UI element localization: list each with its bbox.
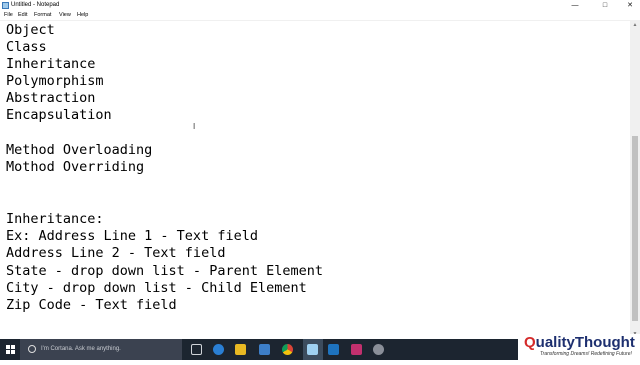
windows-logo-icon bbox=[6, 345, 15, 354]
editor-line: Ex: Address Line 1 - Text field bbox=[6, 228, 258, 244]
editor-line: Inheritance bbox=[6, 56, 96, 72]
file-explorer-icon[interactable] bbox=[235, 344, 246, 355]
notepad-icon[interactable] bbox=[307, 344, 318, 355]
app-pink-icon[interactable] bbox=[351, 344, 362, 355]
editor-line: Object bbox=[6, 22, 55, 38]
editor-line: State - drop down list - Parent Element bbox=[6, 263, 323, 279]
close-button[interactable]: ✕ bbox=[620, 0, 640, 11]
editor-line: Zip Code - Text field bbox=[6, 297, 177, 313]
editor-line: Method Overloading bbox=[6, 142, 153, 158]
editor-line: Inheritance: bbox=[6, 211, 104, 227]
start-button[interactable] bbox=[0, 339, 20, 360]
cortana-icon bbox=[28, 345, 36, 353]
editor-line: Polymorphism bbox=[6, 73, 104, 89]
store-icon[interactable] bbox=[259, 344, 270, 355]
app-blue-icon[interactable] bbox=[328, 344, 339, 355]
scroll-up-icon[interactable]: ▲ bbox=[630, 20, 640, 30]
menu-file[interactable]: File bbox=[4, 11, 13, 20]
menu-help[interactable]: Help bbox=[77, 11, 88, 20]
app-gear-icon[interactable] bbox=[373, 344, 384, 355]
maximize-button[interactable]: □ bbox=[595, 0, 615, 11]
editor-line: Address Line 2 - Text field bbox=[6, 245, 226, 261]
menu-edit[interactable]: Edit bbox=[18, 11, 27, 20]
notepad-app-icon bbox=[2, 2, 9, 9]
window-title: Untitled - Notepad bbox=[11, 2, 60, 8]
qualitythought-logo: QualityThought Transforming Dreams! Rede… bbox=[518, 334, 640, 360]
menu-format[interactable]: Format bbox=[34, 11, 51, 20]
chrome-icon[interactable] bbox=[282, 344, 293, 355]
menu-bar: File Edit Format View Help bbox=[0, 11, 640, 20]
logo-wordmark: QualityThought bbox=[524, 334, 635, 351]
text-cursor-icon: I bbox=[193, 122, 196, 131]
vertical-scrollbar[interactable]: ▲ ▼ bbox=[630, 20, 640, 339]
menu-view[interactable]: View bbox=[59, 11, 71, 20]
edge-icon[interactable] bbox=[213, 344, 224, 355]
task-view-icon[interactable] bbox=[191, 344, 202, 355]
scrollbar-thumb[interactable] bbox=[632, 136, 638, 321]
editor-line: Abstraction bbox=[6, 90, 96, 106]
cortana-search-box[interactable]: I'm Cortana. Ask me anything. bbox=[20, 339, 182, 360]
minimize-button[interactable]: — bbox=[565, 0, 585, 11]
editor-line: Encapsulation bbox=[6, 107, 112, 123]
editor-line: Class bbox=[6, 39, 47, 55]
title-bar: Untitled - Notepad — □ ✕ bbox=[0, 0, 640, 11]
text-editor[interactable]: Object Class Inheritance Polymorphism Ab… bbox=[0, 20, 630, 339]
logo-tagline: Transforming Dreams! Redefining Future! bbox=[540, 351, 632, 357]
editor-line: Mothod Overriding bbox=[6, 159, 145, 175]
editor-line: City - drop down list - Child Element bbox=[6, 280, 307, 296]
search-placeholder: I'm Cortana. Ask me anything. bbox=[41, 346, 121, 352]
